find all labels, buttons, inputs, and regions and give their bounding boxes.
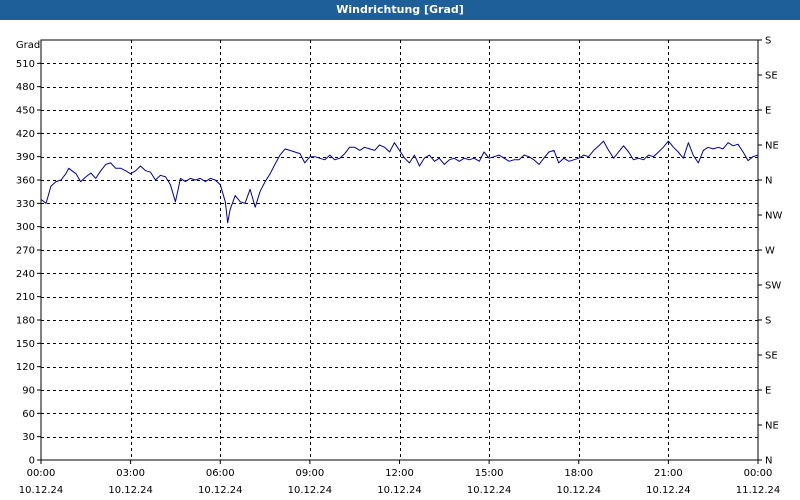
y-tick-label: 180	[16, 316, 35, 327]
y-tick-label: 390	[16, 152, 35, 163]
y-tick-label: 300	[16, 222, 35, 233]
x-tick-date: 10.12.24	[377, 485, 422, 496]
x-tick-date: 10.12.24	[198, 485, 243, 496]
y-tick-label: 240	[16, 269, 35, 280]
series-line	[40, 140, 759, 224]
y-axis: 0 30 60 90 120 150 180 210 240 270 300 330 360 390 420…	[16, 59, 41, 467]
x-tick-date: 11.12.24	[736, 485, 781, 496]
y-tick-label: 450	[16, 106, 35, 117]
y-tick-label: 270	[16, 246, 35, 257]
series-group	[40, 140, 759, 224]
y-tick-label: 480	[16, 82, 35, 93]
right-tick-label: E	[765, 386, 771, 397]
right-tick-label: SE	[765, 351, 778, 362]
x-tick-date: 10.12.24	[19, 485, 64, 496]
right-tick-label: NE	[765, 141, 779, 152]
right-tick-label: W	[765, 246, 775, 257]
y-tick-label: 0	[29, 456, 35, 467]
y-tick-label: 330	[16, 199, 35, 210]
x-axis: 00:00 10.12.24 03:00 10.12.24 06:00 10.12.24 0…	[19, 460, 781, 496]
x-tick-time: 12:00	[385, 468, 414, 479]
y-tick-label: 60	[22, 409, 35, 420]
plot-frame	[40, 39, 759, 461]
x-tick-time: 00:00	[27, 468, 56, 479]
x-tick-time: 09:00	[295, 468, 324, 479]
y-tick-label: 510	[16, 59, 35, 70]
y-tick-label: 120	[16, 362, 35, 373]
y-axis-label: Grad	[16, 40, 40, 51]
x-tick-time: 15:00	[475, 468, 504, 479]
x-tick-date: 10.12.24	[288, 485, 333, 496]
x-tick-time: 21:00	[654, 468, 683, 479]
right-axis-compass: N NE E SE S SW W NW N NE E SE S	[758, 36, 782, 467]
y-tick-label: 210	[16, 292, 35, 303]
y-tick-label: 150	[16, 339, 35, 350]
wind-direction-chart: 0 30 60 90 120 150 180 210 240 270 300 330 360 390 420…	[16, 36, 783, 497]
grid-lines	[41, 40, 758, 460]
right-tick-label: SE	[765, 71, 778, 82]
right-tick-label: N	[765, 176, 772, 187]
x-tick-time: 06:00	[206, 468, 235, 479]
y-tick-label: 360	[16, 176, 35, 187]
right-tick-label: N	[765, 456, 772, 467]
y-tick-label: 30	[22, 432, 35, 443]
x-tick-time: 03:00	[116, 468, 145, 479]
x-tick-date: 10.12.24	[467, 485, 512, 496]
right-tick-label: E	[765, 106, 771, 117]
y-tick-label: 420	[16, 129, 35, 140]
right-tick-label: NE	[765, 421, 779, 432]
x-tick-time: 00:00	[744, 468, 773, 479]
x-tick-date: 10.12.24	[556, 485, 601, 496]
right-tick-label: S	[765, 316, 771, 327]
right-tick-label: S	[765, 36, 771, 47]
right-tick-label: SW	[765, 281, 781, 292]
chart-title: Windrichtung [Grad]	[0, 0, 800, 20]
x-tick-time: 18:00	[564, 468, 593, 479]
y-tick-label: 90	[22, 386, 35, 397]
x-tick-date: 10.12.24	[646, 485, 691, 496]
x-tick-date: 10.12.24	[108, 485, 153, 496]
right-tick-label: NW	[765, 211, 782, 222]
